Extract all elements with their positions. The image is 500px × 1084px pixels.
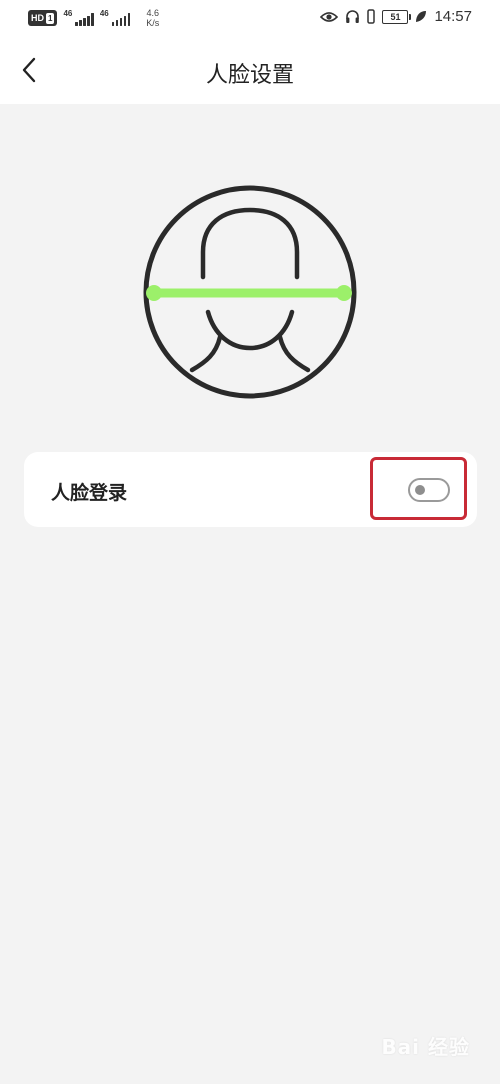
vibrate-icon <box>367 9 376 24</box>
sim-label: 1 <box>46 12 55 24</box>
speed-unit: K/s <box>146 18 160 28</box>
face-login-setting: 人脸登录 <box>24 452 477 527</box>
face-login-label: 人脸登录 <box>51 482 128 504</box>
status-right: 51 14:57 <box>320 8 472 25</box>
battery-icon: 51 <box>382 9 412 24</box>
network-type-1: 46 <box>63 9 73 18</box>
scan-line-end-right <box>336 285 352 301</box>
toggle-knob <box>415 485 425 495</box>
network-type-2: 46 <box>99 9 109 18</box>
face-outline-top <box>200 207 300 280</box>
neck-left <box>189 334 223 373</box>
status-left: HD 1 46 46 4.6 K/s <box>28 8 159 28</box>
headphones-icon <box>346 10 360 23</box>
page-header: 人脸设置 <box>0 38 500 104</box>
network-speed: 4.6 K/s <box>146 8 159 28</box>
scan-line-end-left <box>146 285 162 301</box>
page-title: 人脸设置 <box>205 63 294 88</box>
status-time: 14:57 <box>434 8 472 25</box>
eye-icon <box>320 11 339 22</box>
face-scan-icon <box>143 185 357 399</box>
neck-right <box>277 334 311 373</box>
watermark: Bai 经验 <box>381 1035 470 1059</box>
signal-bars-icon <box>111 13 131 26</box>
signal-strength-1: 46 <box>63 9 94 26</box>
signal-bars-icon <box>75 13 94 26</box>
hd-badge: HD 1 <box>28 10 58 26</box>
face-login-toggle[interactable] <box>408 478 450 502</box>
hd-label: HD <box>31 13 44 23</box>
speed-value: 4.6 <box>146 8 160 18</box>
signal-strength-2: 46 <box>99 9 131 26</box>
status-bar: HD 1 46 46 4.6 K/s 51 14:57 <box>0 0 500 38</box>
leaf-icon <box>416 11 427 22</box>
